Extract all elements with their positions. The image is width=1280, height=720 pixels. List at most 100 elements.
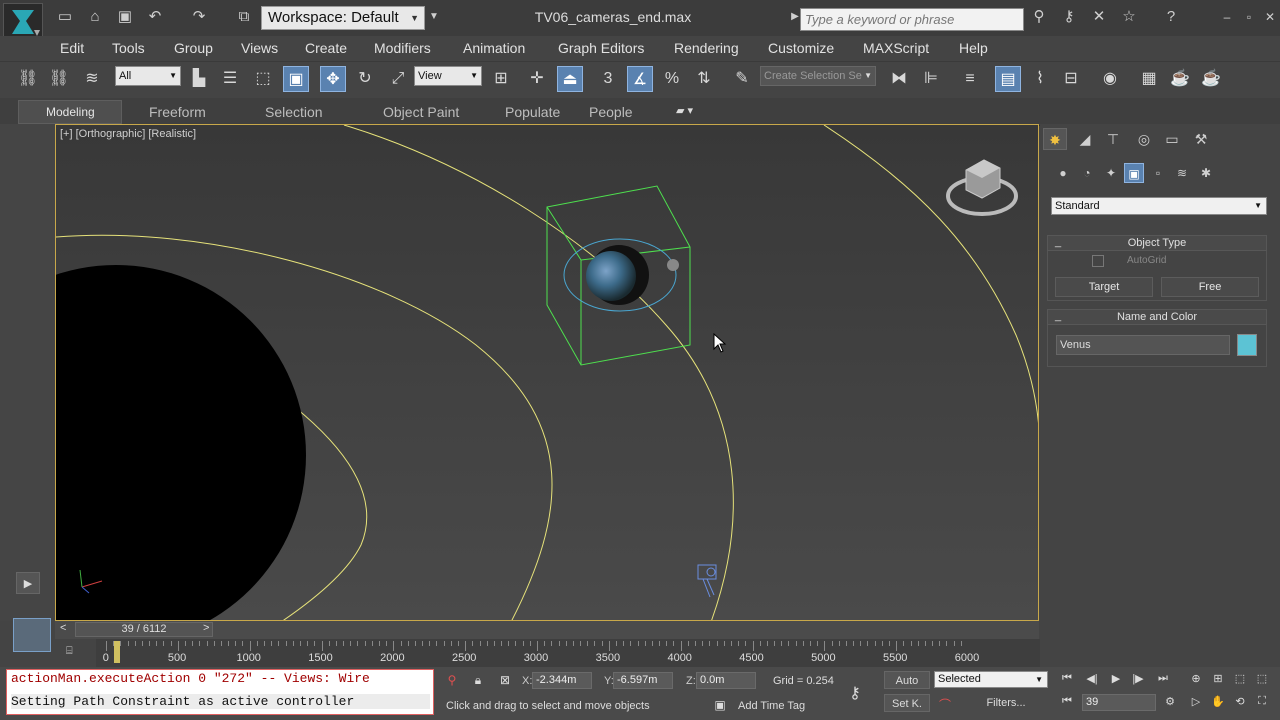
- quick-access-dropdown-icon[interactable]: ▼: [423, 6, 445, 28]
- current-frame-field[interactable]: 39: [1082, 694, 1156, 711]
- tab-populate[interactable]: Populate: [505, 104, 560, 120]
- absolute-mode-icon[interactable]: ⊠: [496, 673, 514, 689]
- menu-animation[interactable]: Animation: [463, 40, 525, 56]
- time-slider-thumb[interactable]: 39 / 6112: [75, 622, 213, 637]
- maxscript-macro-line[interactable]: actionMan.executeAction 0 "272" -- Views…: [11, 671, 429, 686]
- geometry-icon[interactable]: ●: [1053, 163, 1073, 183]
- open-file-icon[interactable]: ⌂: [84, 6, 106, 28]
- viewcube[interactable]: [946, 156, 1018, 222]
- menu-group[interactable]: Group: [174, 40, 213, 56]
- x-icon[interactable]: ✕: [1088, 6, 1110, 28]
- layer-manager-icon[interactable]: ≡: [957, 66, 983, 92]
- menu-graph-editors[interactable]: Graph Editors: [558, 40, 644, 56]
- earth-sphere[interactable]: [586, 251, 636, 301]
- percent-snap-icon[interactable]: %: [659, 66, 685, 92]
- time-slider-prev-button[interactable]: <: [60, 622, 66, 634]
- play-icon[interactable]: ▶: [1106, 672, 1126, 688]
- select-object-icon[interactable]: ▙: [186, 66, 212, 92]
- menu-tools[interactable]: Tools: [112, 40, 145, 56]
- autogrid-checkbox[interactable]: [1092, 255, 1104, 267]
- helpers-icon[interactable]: ▫: [1148, 163, 1168, 183]
- name-and-color-rollout-header[interactable]: _ Name and Color: [1047, 309, 1267, 325]
- rectangle-region-icon[interactable]: ⬚: [250, 66, 276, 92]
- go-to-start-icon[interactable]: ⏮: [1057, 672, 1077, 688]
- menu-modifiers[interactable]: Modifiers: [374, 40, 431, 56]
- window-crossing-icon[interactable]: ▣: [283, 66, 309, 92]
- selection-filter-dropdown[interactable]: All ▼: [115, 66, 181, 86]
- menu-rendering[interactable]: Rendering: [674, 40, 739, 56]
- maxscript-output-line[interactable]: Setting Path Constraint as active contro…: [11, 694, 430, 709]
- zoom-extents-icon[interactable]: ⬚: [1230, 672, 1250, 688]
- reference-coordinate-dropdown[interactable]: View ▼: [414, 66, 482, 86]
- zoom-all-icon[interactable]: ⊞: [1208, 672, 1228, 688]
- free-camera-button[interactable]: Free: [1161, 277, 1259, 297]
- moon-sphere[interactable]: [667, 259, 679, 271]
- render-frame-window-icon[interactable]: ☕: [1167, 66, 1193, 92]
- add-time-tag-button[interactable]: Add Time Tag: [738, 700, 805, 712]
- key-filter-dropdown[interactable]: Selected ▼: [934, 671, 1048, 688]
- field-of-view-icon[interactable]: ▷: [1186, 695, 1206, 711]
- tab-freeform[interactable]: Freeform: [149, 104, 206, 120]
- help-icon[interactable]: ?: [1160, 6, 1182, 28]
- time-configuration-icon[interactable]: ⚙: [1160, 695, 1180, 711]
- tab-people[interactable]: People: [589, 104, 633, 120]
- bind-spacewarp-icon[interactable]: ≋: [79, 66, 105, 92]
- workspace-dropdown[interactable]: Workspace: Default ▼: [261, 6, 425, 30]
- project-folder-icon[interactable]: ⧉: [233, 6, 255, 28]
- next-frame-icon[interactable]: |▶: [1128, 672, 1148, 688]
- align-icon[interactable]: ⊫: [918, 66, 944, 92]
- key-tangent-icon[interactable]: ⌒: [936, 696, 954, 712]
- minimize-icon[interactable]: –: [1216, 6, 1238, 28]
- set-key-key-icon[interactable]: ⚷: [846, 683, 864, 702]
- save-icon[interactable]: ▣: [114, 6, 136, 28]
- select-and-scale-icon[interactable]: ⤢: [385, 66, 411, 92]
- maximize-icon[interactable]: ▫: [1238, 6, 1260, 28]
- object-color-swatch[interactable]: [1237, 334, 1257, 356]
- target-camera-button[interactable]: Target: [1055, 277, 1153, 297]
- redo-icon[interactable]: ↷: [188, 6, 210, 28]
- set-key-button[interactable]: Set K.: [884, 694, 930, 712]
- select-by-name-icon[interactable]: ☰: [217, 66, 243, 92]
- z-coordinate-field[interactable]: 0.0m: [696, 672, 756, 689]
- viewport-layout-thumbnail[interactable]: [13, 618, 51, 652]
- spacewarps-icon[interactable]: ≋: [1172, 163, 1192, 183]
- tab-selection[interactable]: Selection: [265, 104, 323, 120]
- select-and-move-icon[interactable]: ✥: [320, 66, 346, 92]
- menu-customize[interactable]: Customize: [768, 40, 834, 56]
- star-icon[interactable]: ☆: [1118, 6, 1140, 28]
- x-coordinate-field[interactable]: -2.344m: [532, 672, 592, 689]
- selection-lock-icon[interactable]: 🔒︎: [469, 673, 487, 689]
- pivot-center-icon[interactable]: ⊞: [488, 66, 514, 92]
- utilities-tab-icon[interactable]: ⚒: [1189, 128, 1213, 150]
- ribbon-options-icon[interactable]: ▰ ▾: [676, 104, 693, 117]
- shapes-icon[interactable]: ◔: [1077, 163, 1097, 183]
- category-dropdown[interactable]: Standard ▼: [1051, 197, 1267, 215]
- isolate-selection-icon[interactable]: ⚲: [443, 673, 461, 689]
- menu-help[interactable]: Help: [959, 40, 988, 56]
- display-tab-icon[interactable]: ▭: [1160, 128, 1184, 150]
- systems-icon[interactable]: ✱: [1196, 163, 1216, 183]
- manipulate-icon[interactable]: ✛: [524, 66, 550, 92]
- viewport[interactable]: [55, 124, 1039, 621]
- create-tab-icon[interactable]: ✸: [1043, 128, 1067, 150]
- zoom-icon[interactable]: ⊕: [1186, 672, 1206, 688]
- menu-create[interactable]: Create: [305, 40, 347, 56]
- modify-tab-icon[interactable]: ◢: [1073, 128, 1097, 150]
- motion-tab-icon[interactable]: ◎: [1132, 128, 1156, 150]
- named-selection-set-dropdown[interactable]: Create Selection Se ▼: [760, 66, 876, 86]
- viewport-label[interactable]: [+] [Orthographic] [Realistic]: [60, 128, 196, 140]
- expand-viewport-layout-icon[interactable]: ▶: [16, 572, 40, 594]
- link-icon[interactable]: ⛓: [15, 66, 41, 92]
- key-mode-toggle-icon[interactable]: ⏮: [1057, 695, 1077, 711]
- edit-named-selection-icon[interactable]: ✎: [729, 66, 755, 92]
- binoculars-icon[interactable]: ⚲: [1028, 6, 1050, 28]
- render-production-icon[interactable]: ☕: [1198, 66, 1224, 92]
- menu-maxscript[interactable]: MAXScript: [863, 40, 929, 56]
- menu-views[interactable]: Views: [241, 40, 278, 56]
- angle-snap-icon[interactable]: ∡: [627, 66, 653, 92]
- unlink-icon[interactable]: ⛓: [46, 66, 72, 92]
- previous-frame-icon[interactable]: ◀|: [1082, 672, 1102, 688]
- current-frame-marker[interactable]: [113, 641, 120, 663]
- pan-icon[interactable]: ✋: [1208, 695, 1228, 711]
- time-slider-next-button[interactable]: >: [203, 622, 209, 634]
